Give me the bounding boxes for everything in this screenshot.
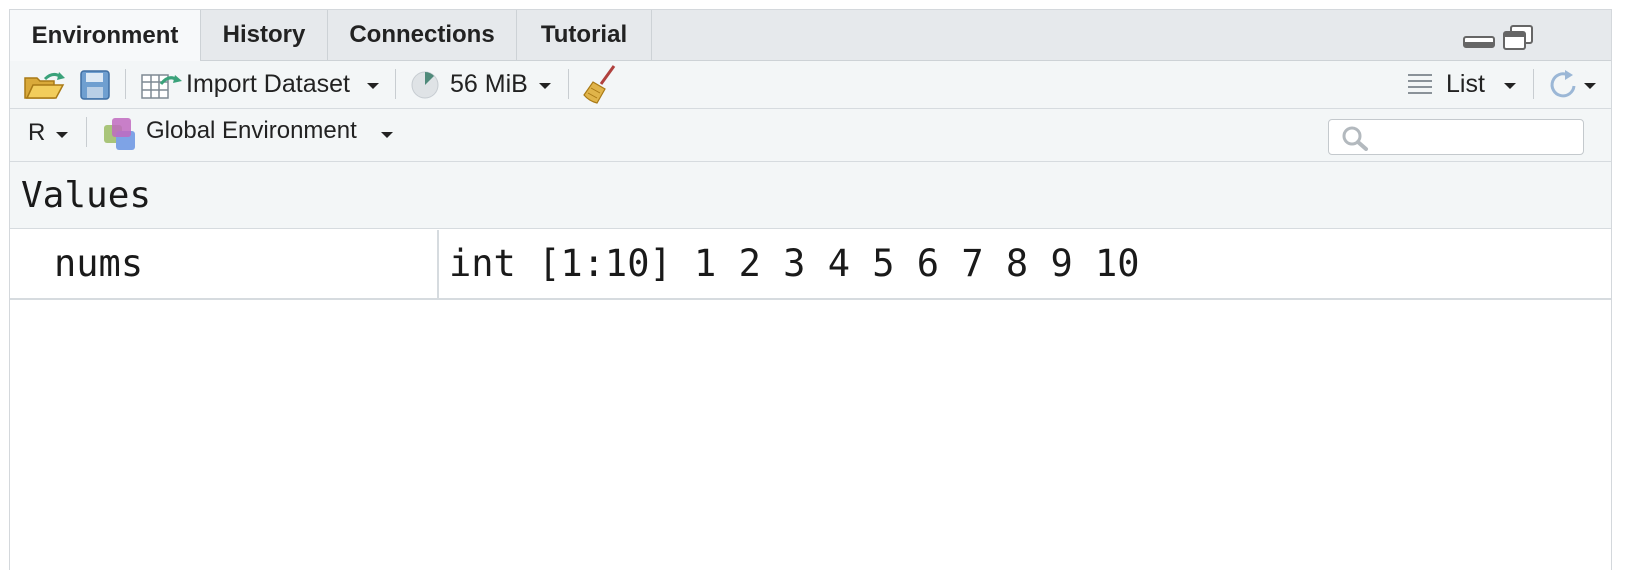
main-toolbar: Import Dataset 56 MiB List <box>10 61 1611 109</box>
view-mode-dropdown-icon[interactable] <box>1504 83 1516 89</box>
refresh-icon[interactable] <box>1548 69 1580 106</box>
toolbar-separator <box>568 69 569 99</box>
import-dataset-icon[interactable] <box>141 70 183 105</box>
language-dropdown-icon[interactable] <box>56 132 68 138</box>
broom-clear-icon[interactable] <box>583 64 619 109</box>
save-icon[interactable] <box>80 70 110 105</box>
environment-dropdown-icon[interactable] <box>381 132 393 138</box>
search-icon <box>1341 125 1369 156</box>
tab-history[interactable]: History <box>201 10 328 60</box>
toolbar-separator <box>1533 69 1534 99</box>
toolbar-separator <box>86 117 87 147</box>
list-view-icon[interactable] <box>1407 72 1433 101</box>
environment-pane: Environment History Connections Tutorial <box>9 9 1612 570</box>
minimize-icon[interactable] <box>1463 35 1495 54</box>
table-row[interactable]: nums int [1:10] 1 2 3 4 5 6 7 8 9 10 <box>10 230 1611 300</box>
open-folder-icon[interactable] <box>23 69 67 106</box>
variable-name: nums <box>54 242 144 285</box>
search-input[interactable] <box>1328 119 1584 155</box>
column-divider <box>437 230 439 298</box>
maximize-icon[interactable] <box>1502 24 1534 57</box>
view-mode-button[interactable]: List <box>1446 70 1485 99</box>
toolbar-separator <box>395 69 396 99</box>
toolbar-separator <box>125 69 126 99</box>
environment-toolbar: R Global Environment <box>10 109 1611 162</box>
memory-usage-pie-icon <box>410 70 440 105</box>
global-environment-icon <box>103 117 137 156</box>
tab-connections[interactable]: Connections <box>328 10 517 60</box>
section-title: Values <box>21 174 152 216</box>
language-selector[interactable]: R <box>28 119 45 147</box>
import-dataset-dropdown-icon[interactable] <box>367 83 379 89</box>
tab-bar: Environment History Connections Tutorial <box>10 10 1611 61</box>
import-dataset-button[interactable]: Import Dataset <box>186 70 350 99</box>
values-section-header: Values <box>10 162 1611 229</box>
environment-selector[interactable]: Global Environment <box>146 117 357 145</box>
variable-value: int [1:10] 1 2 3 4 5 6 7 8 9 10 <box>449 242 1140 285</box>
tab-tutorial[interactable]: Tutorial <box>517 10 652 60</box>
memory-usage-button[interactable]: 56 MiB <box>450 70 528 99</box>
tab-environment[interactable]: Environment <box>10 10 201 61</box>
memory-dropdown-icon[interactable] <box>539 83 551 89</box>
refresh-dropdown-icon[interactable] <box>1584 83 1596 89</box>
